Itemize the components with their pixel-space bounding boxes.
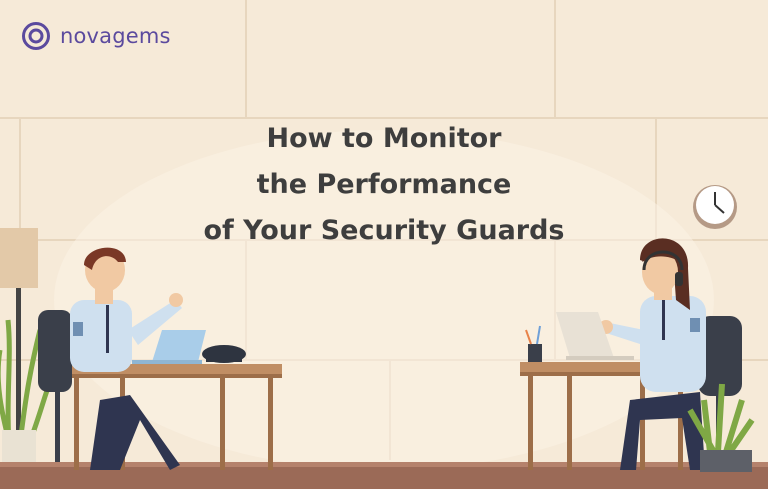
brand-logo[interactable]: novagems [20, 20, 171, 52]
title-line-1: How to Monitor [266, 123, 502, 154]
novagems-logo-icon [22, 22, 50, 50]
title-line-2: the Performance [256, 169, 512, 200]
brand-name: novagems [60, 24, 171, 48]
page-title: How to Monitor the Performance of Your S… [154, 116, 614, 254]
wall-clock-icon [693, 185, 737, 229]
title-line-3: of Your Security Guards [203, 215, 565, 246]
desk-phone-icon [202, 345, 246, 363]
